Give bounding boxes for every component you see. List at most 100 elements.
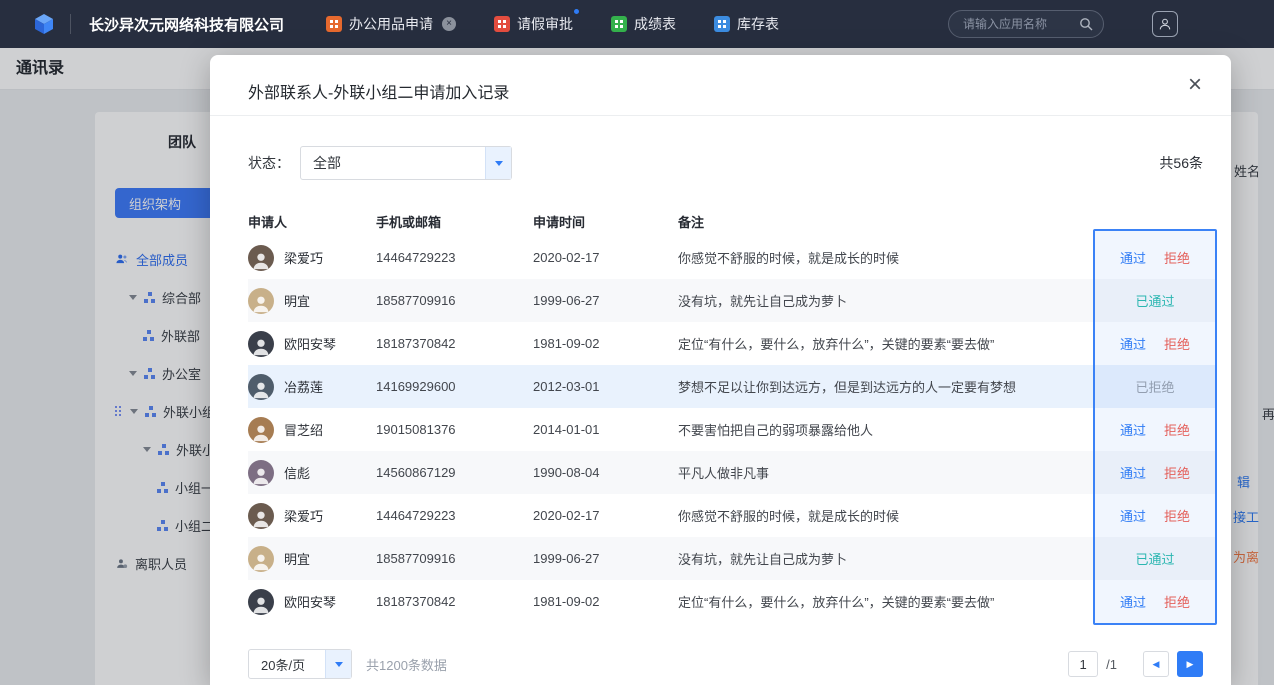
pager: /1 ◀ ▶ — [1068, 651, 1203, 677]
phone-cell: 18187370842 — [376, 336, 533, 351]
phone-cell: 18187370842 — [376, 594, 533, 609]
actions-cell: 通过 拒绝 — [1093, 592, 1217, 611]
pagination-bar: 20条/页 共1200条数据 /1 ◀ ▶ — [248, 647, 1217, 681]
app-tab[interactable]: 库存表 — [714, 14, 779, 34]
table-row[interactable]: 明宜 18587709916 1999-06-27 没有坑，就先让自己成为萝卜 … — [248, 537, 1217, 580]
table-row[interactable]: 梁爱巧 14464729223 2020-02-17 你感觉不舒服的时候，就是成… — [248, 236, 1217, 279]
phone-cell: 18587709916 — [376, 293, 533, 308]
join-requests-modal: 外部联系人-外联小组二申请加入记录 × 状态： 全部 共56条 申请人 手机或邮… — [210, 55, 1231, 685]
actions-cell: 已拒绝 — [1093, 377, 1217, 396]
table-header: 申请人 手机或邮箱 申请时间 备注 — [248, 210, 1217, 232]
page-number-input[interactable] — [1068, 651, 1098, 677]
date-cell: 1990-08-04 — [533, 465, 678, 480]
phone-cell: 18587709916 — [376, 551, 533, 566]
page-size-select[interactable]: 20条/页 — [248, 649, 352, 679]
modal-title: 外部联系人-外联小组二申请加入记录 — [210, 55, 1231, 103]
chevron-down-icon[interactable] — [325, 650, 351, 678]
actions-cell: 通过 拒绝 — [1093, 420, 1217, 439]
user-avatar-icon[interactable] — [1152, 11, 1178, 37]
tab-close-icon[interactable]: × — [442, 17, 456, 31]
date-cell: 2014-01-01 — [533, 422, 678, 437]
approve-link[interactable]: 通过 — [1120, 420, 1146, 439]
date-cell: 2012-03-01 — [533, 379, 678, 394]
approve-link[interactable]: 通过 — [1120, 334, 1146, 353]
page-total-text: /1 — [1106, 657, 1117, 672]
approve-link[interactable]: 通过 — [1120, 463, 1146, 482]
reject-link[interactable]: 拒绝 — [1164, 463, 1190, 482]
tab-label: 请假审批 — [517, 14, 573, 34]
date-cell: 1999-06-27 — [533, 293, 678, 308]
approve-link[interactable]: 通过 — [1120, 592, 1146, 611]
approved-status: 已通过 — [1135, 291, 1174, 310]
chevron-down-icon[interactable] — [485, 147, 511, 179]
table-row[interactable]: 欧阳安琴 18187370842 1981-09-02 定位“有什么，要什么，放… — [248, 580, 1217, 623]
note-cell: 平凡人做非凡事 — [678, 463, 1093, 482]
date-cell: 2020-02-17 — [533, 250, 678, 265]
approved-status: 已通过 — [1135, 549, 1174, 568]
note-cell: 定位“有什么，要什么，放弃什么”，关键的要素“要去做” — [678, 592, 1093, 611]
reject-link[interactable]: 拒绝 — [1164, 592, 1190, 611]
table-row[interactable]: 冒芝绍 19015081376 2014-01-01 不要害怕把自己的弱项暴露给… — [248, 408, 1217, 451]
app-icon — [714, 16, 730, 32]
app-tab[interactable]: 请假审批 — [494, 14, 573, 34]
approve-link[interactable]: 通过 — [1120, 506, 1146, 525]
app-search[interactable] — [948, 10, 1104, 38]
date-cell: 1999-06-27 — [533, 551, 678, 566]
divider — [70, 14, 71, 34]
note-cell: 没有坑，就先让自己成为萝卜 — [678, 291, 1093, 310]
record-count: 共56条 — [1159, 153, 1203, 173]
applicant-name: 梁爱巧 — [284, 248, 323, 267]
table-body: 梁爱巧 14464729223 2020-02-17 你感觉不舒服的时候，就是成… — [248, 236, 1217, 623]
approve-link[interactable]: 通过 — [1120, 248, 1146, 267]
actions-cell: 通过 拒绝 — [1093, 506, 1217, 525]
status-select[interactable]: 全部 — [300, 146, 512, 180]
reject-link[interactable]: 拒绝 — [1164, 420, 1190, 439]
applicant-name: 冒芝绍 — [284, 420, 323, 439]
avatar — [248, 331, 274, 357]
col-note: 备注 — [678, 212, 1093, 231]
close-icon[interactable]: × — [1181, 72, 1209, 100]
company-name[interactable]: 长沙异次元网络科技有限公司 — [89, 14, 284, 35]
app-tab[interactable]: 办公用品申请 × — [326, 14, 456, 34]
reject-link[interactable]: 拒绝 — [1164, 334, 1190, 353]
date-cell: 1981-09-02 — [533, 594, 678, 609]
col-phone: 手机或邮箱 — [376, 212, 533, 231]
avatar — [248, 503, 274, 529]
notification-badge — [572, 7, 581, 16]
app-icon — [611, 16, 627, 32]
table-row[interactable]: 梁爱巧 14464729223 2020-02-17 你感觉不舒服的时候，就是成… — [248, 494, 1217, 537]
app-icon — [326, 16, 342, 32]
top-navigation-bar: 长沙异次元网络科技有限公司 办公用品申请 × 请假审批 成绩表 库存表 — [0, 0, 1274, 48]
app-logo-icon[interactable] — [32, 12, 56, 36]
filter-row: 状态： 全部 共56条 — [248, 146, 1217, 180]
phone-cell: 14464729223 — [376, 250, 533, 265]
actions-cell: 已通过 — [1093, 549, 1217, 568]
modal-header: 外部联系人-外联小组二申请加入记录 × — [210, 55, 1231, 116]
note-cell: 你感觉不舒服的时候，就是成长的时候 — [678, 506, 1093, 525]
app-tab[interactable]: 成绩表 — [611, 14, 676, 34]
applicant-name: 梁爱巧 — [284, 506, 323, 525]
table-row[interactable]: 欧阳安琴 18187370842 1981-09-02 定位“有什么，要什么，放… — [248, 322, 1217, 365]
modal-body: 状态： 全部 共56条 申请人 手机或邮箱 申请时间 备注 梁爱巧 144647… — [210, 146, 1231, 681]
col-applicant: 申请人 — [248, 212, 376, 231]
applicant-name: 冶荔莲 — [284, 377, 323, 396]
date-cell: 2020-02-17 — [533, 508, 678, 523]
prev-page-button[interactable]: ◀ — [1143, 651, 1169, 677]
reject-link[interactable]: 拒绝 — [1164, 248, 1190, 267]
phone-cell: 14560867129 — [376, 465, 533, 480]
search-input[interactable] — [963, 17, 1079, 31]
app-icon — [494, 16, 510, 32]
next-page-button[interactable]: ▶ — [1177, 651, 1203, 677]
avatar — [248, 589, 274, 615]
table-row[interactable]: 明宜 18587709916 1999-06-27 没有坑，就先让自己成为萝卜 … — [248, 279, 1217, 322]
col-time: 申请时间 — [533, 212, 678, 231]
table-row[interactable]: 信彪 14560867129 1990-08-04 平凡人做非凡事 通过 拒绝 — [248, 451, 1217, 494]
reject-link[interactable]: 拒绝 — [1164, 506, 1190, 525]
avatar — [248, 460, 274, 486]
table-row[interactable]: 冶荔莲 14169929600 2012-03-01 梦想不足以让你到达远方，但… — [248, 365, 1217, 408]
note-cell: 没有坑，就先让自己成为萝卜 — [678, 549, 1093, 568]
app-tabs: 办公用品申请 × 请假审批 成绩表 库存表 — [326, 14, 779, 34]
tab-label: 成绩表 — [634, 14, 676, 34]
search-icon[interactable] — [1079, 17, 1093, 31]
data-total-text: 共1200条数据 — [366, 655, 447, 674]
